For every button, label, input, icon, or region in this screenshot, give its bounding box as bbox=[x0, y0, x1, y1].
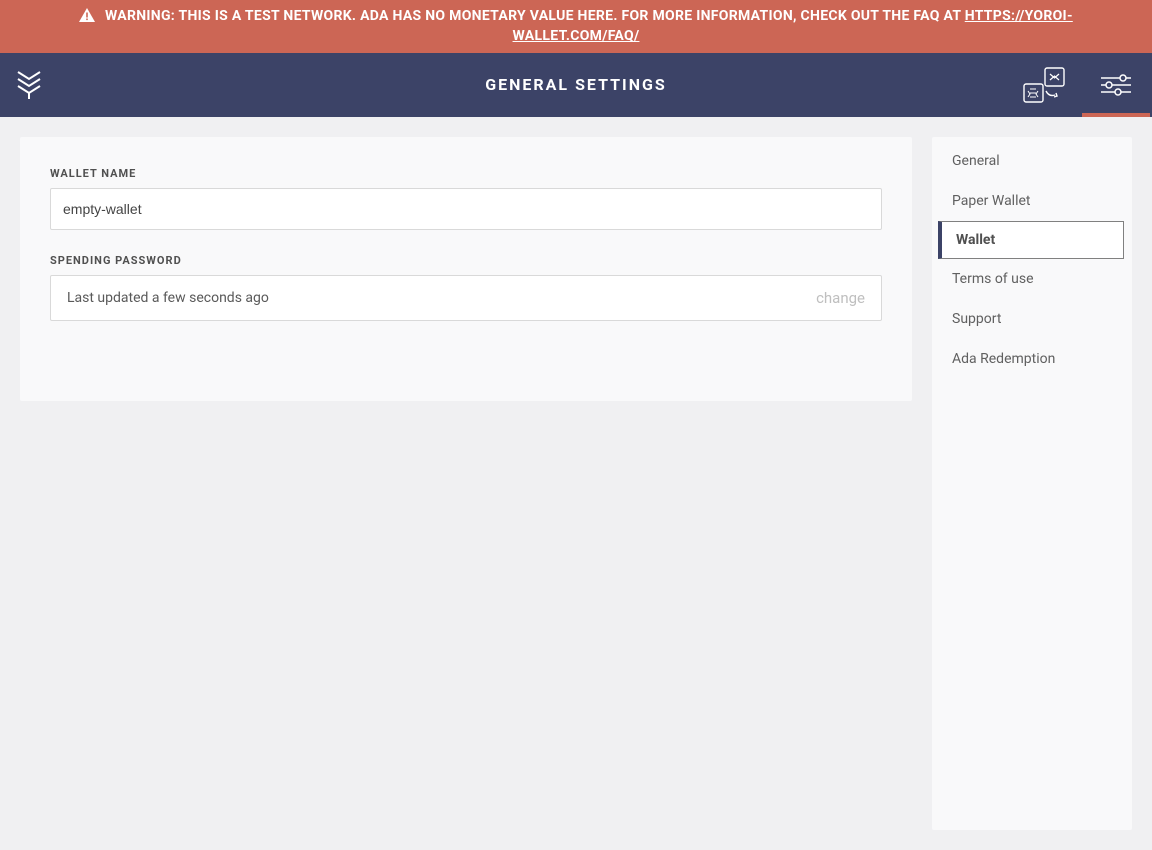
spending-password-label: SPENDING PASSWORD bbox=[50, 254, 882, 267]
warning-icon bbox=[79, 8, 95, 22]
warning-text: WARNING: THIS IS A TEST NETWORK. ADA HAS… bbox=[105, 8, 965, 24]
body: WALLET NAME SPENDING PASSWORD Last updat… bbox=[0, 117, 1152, 850]
nav-daedalus-transfer-button[interactable] bbox=[1008, 53, 1080, 117]
sidebar-item-label: Ada Redemption bbox=[952, 351, 1055, 367]
sidebar-item-label: Terms of use bbox=[952, 271, 1034, 287]
sidebar-item-terms-of-use[interactable]: Terms of use bbox=[932, 259, 1132, 299]
settings-sidebar: General Paper Wallet Wallet Terms of use… bbox=[932, 137, 1132, 830]
sidebar-item-label: Wallet bbox=[956, 232, 995, 248]
wallet-name-block: WALLET NAME bbox=[50, 167, 882, 230]
sidebar-item-label: Paper Wallet bbox=[952, 193, 1031, 209]
wallet-name-label: WALLET NAME bbox=[50, 167, 882, 180]
sidebar-item-label: General bbox=[952, 153, 1000, 169]
topbar: GENERAL SETTINGS bbox=[0, 53, 1152, 117]
sidebar-item-wallet[interactable]: Wallet bbox=[938, 221, 1124, 259]
sidebar-item-label: Support bbox=[952, 311, 1001, 327]
spending-password-row: Last updated a few seconds ago change bbox=[50, 275, 882, 321]
test-network-warning-bar: WARNING: THIS IS A TEST NETWORK. ADA HAS… bbox=[0, 0, 1152, 53]
sidebar-item-paper-wallet[interactable]: Paper Wallet bbox=[932, 181, 1132, 221]
spending-password-block: SPENDING PASSWORD Last updated a few sec… bbox=[50, 254, 882, 321]
sidebar-item-ada-redemption[interactable]: Ada Redemption bbox=[932, 339, 1132, 379]
app-logo-icon[interactable] bbox=[16, 70, 42, 100]
wallet-name-input[interactable] bbox=[50, 188, 882, 230]
sidebar-item-general[interactable]: General bbox=[932, 141, 1132, 181]
spending-password-updated-text: Last updated a few seconds ago bbox=[67, 290, 269, 306]
page-title: GENERAL SETTINGS bbox=[0, 75, 1152, 94]
change-password-button[interactable]: change bbox=[816, 289, 865, 307]
sidebar-item-support[interactable]: Support bbox=[932, 299, 1132, 339]
settings-card: WALLET NAME SPENDING PASSWORD Last updat… bbox=[20, 137, 912, 401]
nav-settings-button[interactable] bbox=[1080, 53, 1152, 117]
